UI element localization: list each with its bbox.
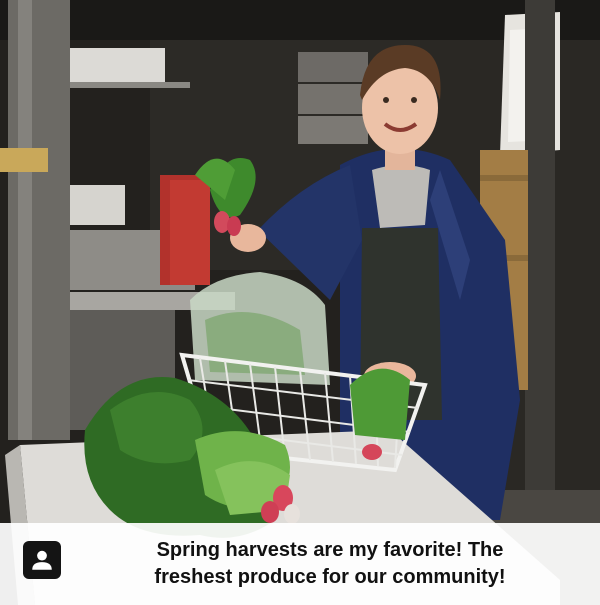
- caption-text: Spring harvests are my favorite! The fre…: [120, 537, 540, 591]
- photo-post: Spring harvests are my favorite! The fre…: [0, 0, 600, 605]
- harvest-photo: [0, 0, 600, 605]
- caption-band: Spring harvests are my favorite! The fre…: [0, 523, 600, 605]
- caption-line-2: freshest produce for our community!: [154, 566, 506, 588]
- caption-line-1: Spring harvests are my favorite! The: [156, 539, 504, 561]
